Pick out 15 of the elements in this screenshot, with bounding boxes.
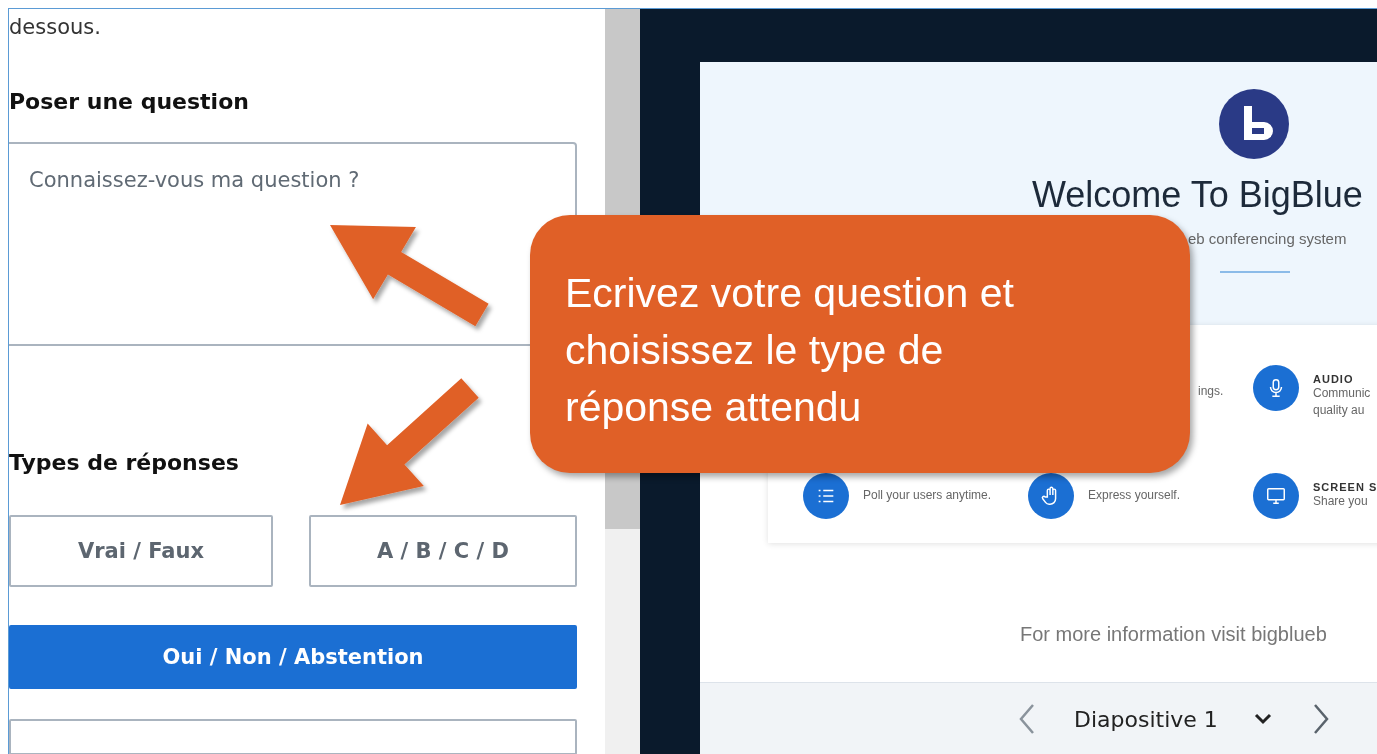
slide-subtitle: eb conferencing system	[1188, 230, 1348, 247]
section-heading: Poser une question	[9, 89, 250, 114]
section-heading: Types de réponses	[9, 449, 240, 475]
intro-text: dessous.	[9, 14, 102, 41]
info-text: For more information visit bigblueb	[1020, 623, 1328, 646]
feature-title: AUDIO	[1313, 373, 1355, 385]
feature-title: SCREEN S	[1313, 481, 1377, 493]
feature-text: quality au	[1313, 402, 1366, 419]
feature-text: Communic	[1313, 385, 1371, 402]
slide-label: Diapositive 1	[1074, 706, 1218, 732]
feature-text: ings.	[1198, 383, 1224, 400]
feature-text: Express yourself.	[1088, 487, 1181, 504]
feature-text: Share you	[1313, 493, 1369, 510]
feature-text: Poll your users anytime.	[863, 487, 992, 504]
slide-title: Welcome To BigBlue	[1032, 174, 1364, 216]
